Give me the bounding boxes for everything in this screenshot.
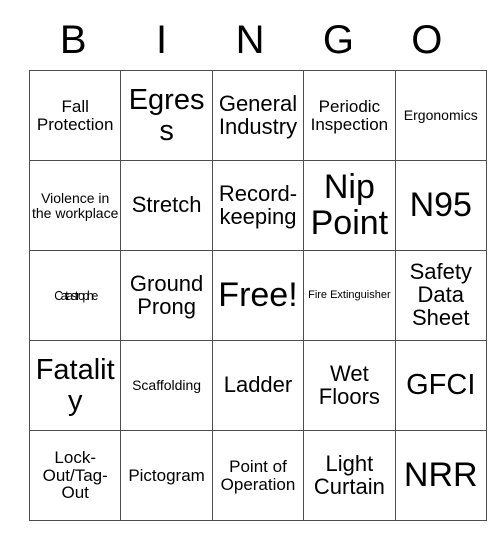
bingo-cell-r5c3[interactable]: Point of Operation — [211, 430, 305, 521]
bingo-cell-r4c1[interactable]: Fatality — [28, 340, 122, 431]
bingo-cell-r3c4[interactable]: Fire Extinguisher — [303, 250, 396, 341]
bingo-cell-label: Lock-Out/Tag-Out — [42, 447, 108, 503]
bingo-cell-r3c5[interactable]: Safety Data Sheet — [394, 250, 487, 341]
bingo-header-letter-n: N — [235, 18, 265, 62]
bingo-cell-r5c4[interactable]: Light Curtain — [303, 430, 396, 521]
bingo-cell-label: Ergonomics — [403, 107, 478, 124]
bingo-cell-label: N95 — [409, 185, 472, 224]
bingo-header-row: B I N G O — [29, 10, 471, 70]
bingo-cell-r1c4[interactable]: Periodic Inspection — [303, 70, 396, 161]
bingo-cell-r1c3[interactable]: General Industry — [211, 70, 305, 161]
bingo-cell-label: Fire Extinguisher — [308, 288, 391, 301]
bingo-cell-label: General Industry — [218, 90, 298, 139]
bingo-cell-label: Ground Prong — [129, 270, 204, 319]
bingo-cell-label: Egress — [128, 84, 205, 147]
bingo-row: Catastrophe Ground Prong Free! Fire Exti… — [28, 250, 487, 341]
bingo-cell-label: Point of Operation — [220, 456, 296, 494]
bingo-cell-label: Stretch — [131, 192, 202, 218]
bingo-cell-label: Ladder — [223, 372, 293, 398]
bingo-cell-label: Light Curtain — [313, 450, 385, 499]
bingo-cell-label: Fall Protection — [36, 96, 114, 134]
bingo-cell-label: Fatality — [35, 354, 115, 417]
bingo-cell-label: Wet Floors — [318, 360, 380, 409]
bingo-cell-r2c4[interactable]: Nip Point — [303, 160, 396, 251]
bingo-card: B I N G O Fall Protection Egress General… — [28, 10, 487, 521]
bingo-cell-label: Nip Point — [310, 168, 389, 242]
bingo-cell-r1c5[interactable]: Ergonomics — [394, 70, 487, 161]
bingo-cell-r4c2[interactable]: Scaffolding — [120, 340, 213, 431]
bingo-cell-r5c2[interactable]: Pictogram — [120, 430, 213, 521]
bingo-cell-r4c4[interactable]: Wet Floors — [303, 340, 396, 431]
bingo-cell-label: NRR — [403, 455, 478, 494]
bingo-cell-r1c1[interactable]: Fall Protection — [28, 70, 122, 161]
bingo-cell-label: Pictogram — [128, 465, 205, 485]
bingo-cell-r3c1[interactable]: Catastrophe — [28, 250, 122, 341]
bingo-cell-label: Periodic Inspection — [310, 96, 389, 134]
bingo-cell-label: GFCI — [406, 369, 476, 402]
bingo-cell-free-space[interactable]: Free! — [211, 250, 305, 341]
bingo-cell-label: Safety Data Sheet — [409, 259, 472, 330]
bingo-cell-r5c5[interactable]: NRR — [394, 430, 487, 521]
bingo-row: Lock-Out/Tag-Out Pictogram Point of Oper… — [28, 430, 487, 521]
bingo-grid: Fall Protection Egress General Industry … — [28, 70, 487, 521]
bingo-cell-r2c5[interactable]: N95 — [394, 160, 487, 251]
bingo-header-letter-o: O — [411, 18, 443, 62]
bingo-cell-r5c1[interactable]: Lock-Out/Tag-Out — [28, 430, 122, 521]
bingo-header-letter-b: B — [59, 18, 87, 62]
bingo-header-letter-i: I — [156, 18, 168, 62]
bingo-cell-r1c2[interactable]: Egress — [120, 70, 213, 161]
bingo-cell-r4c3[interactable]: Ladder — [211, 340, 305, 431]
bingo-cell-label: Catastrophe — [54, 287, 98, 303]
bingo-cell-label: Scaffolding — [132, 377, 202, 394]
bingo-cell-label: Violence in the workplace — [32, 189, 119, 221]
bingo-cell-r2c3[interactable]: Record-keeping — [211, 160, 305, 251]
bingo-row: Fatality Scaffolding Ladder Wet Floors G… — [28, 340, 487, 431]
bingo-cell-r3c2[interactable]: Ground Prong — [120, 250, 213, 341]
bingo-row: Fall Protection Egress General Industry … — [28, 70, 487, 161]
bingo-cell-r2c2[interactable]: Stretch — [120, 160, 213, 251]
bingo-row: Violence in the workplace Stretch Record… — [28, 160, 487, 251]
bingo-header-letter-g: G — [322, 18, 354, 62]
bingo-cell-r2c1[interactable]: Violence in the workplace — [28, 160, 122, 251]
bingo-cell-label: Record-keeping — [218, 180, 298, 229]
bingo-cell-r4c5[interactable]: GFCI — [394, 340, 487, 431]
bingo-free-space-label: Free! — [218, 275, 298, 314]
